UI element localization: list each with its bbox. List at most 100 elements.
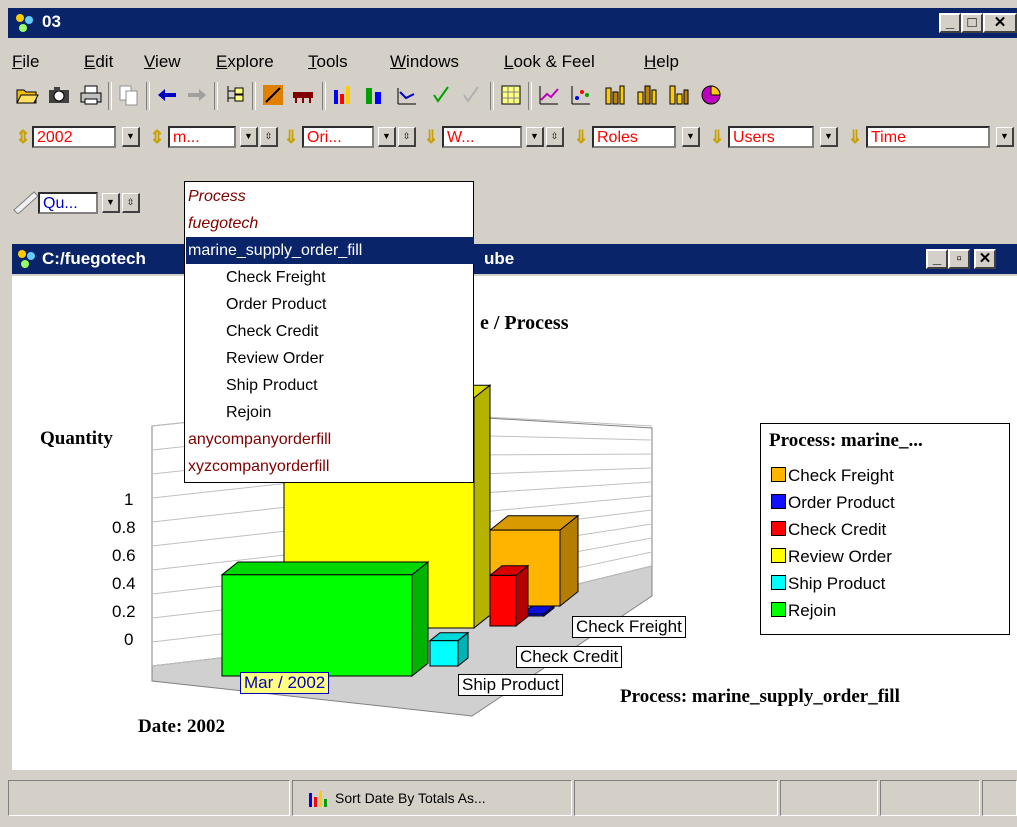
down-arrow-icon[interactable]: ⇓	[708, 126, 726, 148]
menu-tools[interactable]: Tools	[308, 52, 348, 72]
dropdown-item-xyzcompanyorderfill[interactable]: xyzcompanyorderfill	[186, 453, 474, 480]
dropdown-item-fuegotech[interactable]: fuegotech	[186, 210, 474, 237]
dropdown-item-process[interactable]: Process	[186, 183, 474, 210]
print-icon[interactable]	[78, 82, 104, 108]
depth-label-check-credit: Check Credit	[516, 646, 623, 668]
toolbar-separator	[214, 82, 218, 110]
menu-look-and-feel[interactable]: Look & Feel	[504, 52, 595, 72]
legend-swatch	[771, 467, 786, 482]
copy-icon[interactable]	[116, 82, 142, 108]
check-icon[interactable]	[428, 82, 454, 108]
dropdown-item-marine-supply-order-fill[interactable]: marine_supply_order_fill	[186, 237, 474, 264]
3d-bar-icon[interactable]	[602, 82, 628, 108]
inner-window-title-left: C:/fuegotech	[42, 249, 146, 268]
dropdown-item-anycompanyorderfill[interactable]: anycompanyorderfill	[186, 426, 474, 453]
users-dropdown-button[interactable]: ▼	[820, 127, 838, 147]
year-combo[interactable]: 2002	[32, 126, 116, 148]
dropdown-item-rejoin[interactable]: Rejoin	[186, 399, 512, 426]
ori-dropdown-button[interactable]: ▼	[378, 127, 396, 147]
measure-combo[interactable]: Qu...	[38, 192, 98, 214]
sort-status-cell[interactable]: Sort Date By Totals As...	[292, 780, 572, 816]
roles-dropdown-button[interactable]: ▼	[682, 127, 700, 147]
users-combo[interactable]: Users	[728, 126, 814, 148]
menu-edit[interactable]: Edit	[84, 52, 113, 72]
status-cell	[8, 780, 290, 816]
bar-side-rejoin	[411, 560, 429, 678]
title-bar[interactable]: 03 _ □ ✕	[8, 8, 1017, 38]
forward-arrow-icon[interactable]	[184, 82, 210, 108]
menu-view[interactable]: View	[144, 52, 181, 72]
status-cell	[982, 780, 1017, 816]
y-tick: 0.4	[112, 574, 136, 593]
close-button[interactable]: ✕	[983, 13, 1017, 33]
roles-combo[interactable]: Roles	[592, 126, 676, 148]
menu-windows[interactable]: Windows	[390, 52, 459, 72]
bar-side-check-credit	[515, 564, 529, 628]
expand-arrows-icon[interactable]: ⇕	[14, 126, 32, 148]
process-dropdown-list: Process fuegotech marine_supply_order_fi…	[184, 181, 474, 483]
process-spinner[interactable]: ⇳	[260, 127, 278, 147]
dropdown-item-order-product[interactable]: Order Product	[186, 291, 512, 318]
maximize-button[interactable]: □	[961, 13, 983, 33]
bar-chart-icon[interactable]	[330, 82, 356, 108]
inner-close-button[interactable]: ✕	[974, 249, 996, 269]
legend-swatch	[771, 602, 786, 617]
w-spinner[interactable]: ⇳	[546, 127, 564, 147]
menu-help[interactable]: Help	[644, 52, 679, 72]
expand-arrows-icon[interactable]: ⇕	[148, 126, 166, 148]
pivot-icon[interactable]	[290, 82, 316, 108]
bar-top-rejoin	[220, 561, 430, 576]
cube-icon	[18, 250, 35, 268]
toolbar-separator	[146, 82, 150, 110]
minimize-button[interactable]: _	[939, 13, 961, 33]
ori-combo[interactable]: Ori...	[302, 126, 374, 148]
w-dropdown-button[interactable]: ▼	[526, 127, 544, 147]
y-tick: 0.6	[112, 546, 136, 565]
camera-icon[interactable]	[46, 82, 72, 108]
3d-column-icon[interactable]	[666, 82, 692, 108]
process-combo[interactable]: m...	[168, 126, 236, 148]
inner-restore-button[interactable]: ▫	[948, 249, 970, 269]
y-tick: 0	[124, 630, 134, 649]
3d-bar-alt-icon[interactable]	[634, 82, 660, 108]
open-folder-icon[interactable]	[14, 82, 40, 108]
measure-spinner[interactable]: ⇳	[122, 193, 140, 213]
ori-spinner[interactable]: ⇳	[398, 127, 416, 147]
area-chart-icon[interactable]	[394, 82, 420, 108]
bar-rejoin	[221, 574, 413, 677]
dropdown-item-ship-product[interactable]: Ship Product	[186, 372, 512, 399]
menu-file[interactable]: File	[12, 52, 39, 72]
process-dropdown-button[interactable]: ▼	[240, 127, 258, 147]
down-arrow-icon[interactable]: ⇓	[846, 126, 864, 148]
bar-side-check-freight	[559, 514, 579, 608]
measure-dropdown-button[interactable]: ▼	[102, 193, 120, 213]
inner-window-title-bar[interactable]: C:/fuegotech ube _ ▫ ✕	[12, 244, 1017, 274]
down-arrow-icon[interactable]: ⇓	[282, 126, 300, 148]
year-dropdown-button[interactable]: ▼	[122, 127, 140, 147]
w-combo[interactable]: W...	[442, 126, 522, 148]
down-arrow-icon[interactable]: ⇓	[572, 126, 590, 148]
y-tick: 1	[124, 490, 134, 509]
down-arrow-icon[interactable]: ⇓	[422, 126, 440, 148]
line-chart-icon[interactable]	[536, 82, 562, 108]
scatter-chart-icon[interactable]	[568, 82, 594, 108]
legend-title: Process: marine_...	[769, 430, 923, 451]
time-combo[interactable]: Time	[866, 126, 990, 148]
uncheck-icon[interactable]	[458, 82, 484, 108]
category-label: Mar / 2002	[240, 672, 330, 694]
dropdown-item-check-credit[interactable]: Check Credit	[186, 318, 512, 345]
menu-explore[interactable]: Explore	[216, 52, 274, 72]
time-dropdown-button[interactable]: ▼	[996, 127, 1014, 147]
stacked-bar-icon[interactable]	[362, 82, 388, 108]
dropdown-item-review-order[interactable]: Review Order	[186, 345, 512, 372]
status-cell	[780, 780, 878, 816]
app-window: 03 _ □ ✕ File Edit View Explore Tools Wi…	[0, 0, 1017, 827]
table-icon[interactable]	[498, 82, 524, 108]
legend-swatch	[771, 494, 786, 509]
back-arrow-icon[interactable]	[154, 82, 180, 108]
drill-icon[interactable]	[260, 82, 286, 108]
tree-icon[interactable]	[222, 82, 248, 108]
dropdown-item-check-freight[interactable]: Check Freight	[186, 264, 512, 291]
inner-minimize-button[interactable]: _	[926, 249, 948, 269]
pie-chart-icon[interactable]	[698, 82, 724, 108]
